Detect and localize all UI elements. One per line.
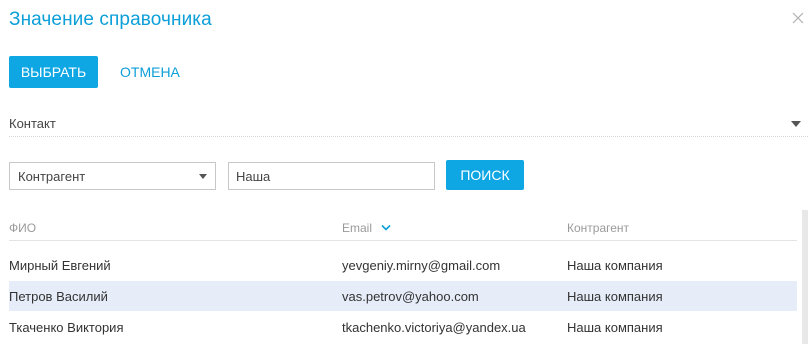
column-header-label: ФИО <box>9 221 37 235</box>
caret-down-icon <box>791 121 801 127</box>
row-email: yevgeniy.mirny@gmail.com <box>342 258 501 273</box>
column-header-email[interactable]: Email <box>342 221 391 235</box>
grid-header: ФИО Email Контрагент <box>9 213 797 241</box>
lookup-type-select[interactable]: Контакт <box>9 110 808 137</box>
select-button[interactable]: ВЫБРАТЬ <box>9 56 98 88</box>
filter-column-select[interactable]: Контрагент <box>9 162 216 190</box>
column-header-account[interactable]: Контрагент <box>567 221 629 235</box>
row-name: Петров Василий <box>9 289 108 304</box>
close-icon[interactable] <box>791 11 805 25</box>
cancel-button[interactable]: ОТМЕНА <box>110 56 190 88</box>
row-name: Мирный Евгений <box>9 258 111 273</box>
lookup-type-value: Контакт <box>9 116 56 131</box>
table-row[interactable]: Петров Василий vas.petrov@yahoo.com Наша… <box>9 281 797 311</box>
chevron-down-icon <box>381 220 391 234</box>
grid-scrollbar[interactable] <box>802 210 808 344</box>
column-header-name[interactable]: ФИО <box>9 221 36 235</box>
table-row[interactable]: Мирный Евгений yevgeniy.mirny@gmail.com … <box>9 250 797 280</box>
table-row[interactable]: Ткаченко Виктория tkachenko.victoriya@ya… <box>9 312 797 342</box>
row-name: Ткаченко Виктория <box>9 320 124 335</box>
caret-down-icon <box>199 174 207 179</box>
row-account: Наша компания <box>567 320 663 335</box>
search-input[interactable] <box>228 162 435 190</box>
dialog-title: Значение справочника <box>9 9 212 30</box>
row-account: Наша компания <box>567 289 663 304</box>
row-email: tkachenko.victoriya@yandex.ua <box>342 320 526 335</box>
lookup-dialog: Значение справочника ВЫБРАТЬ ОТМЕНА Конт… <box>0 0 808 344</box>
column-header-label: Email <box>342 221 373 235</box>
search-button[interactable]: ПОИСК <box>446 160 524 190</box>
row-account: Наша компания <box>567 258 663 273</box>
row-email: vas.petrov@yahoo.com <box>342 289 479 304</box>
column-header-label: Контрагент <box>567 221 630 235</box>
filter-column-value: Контрагент <box>18 169 86 184</box>
